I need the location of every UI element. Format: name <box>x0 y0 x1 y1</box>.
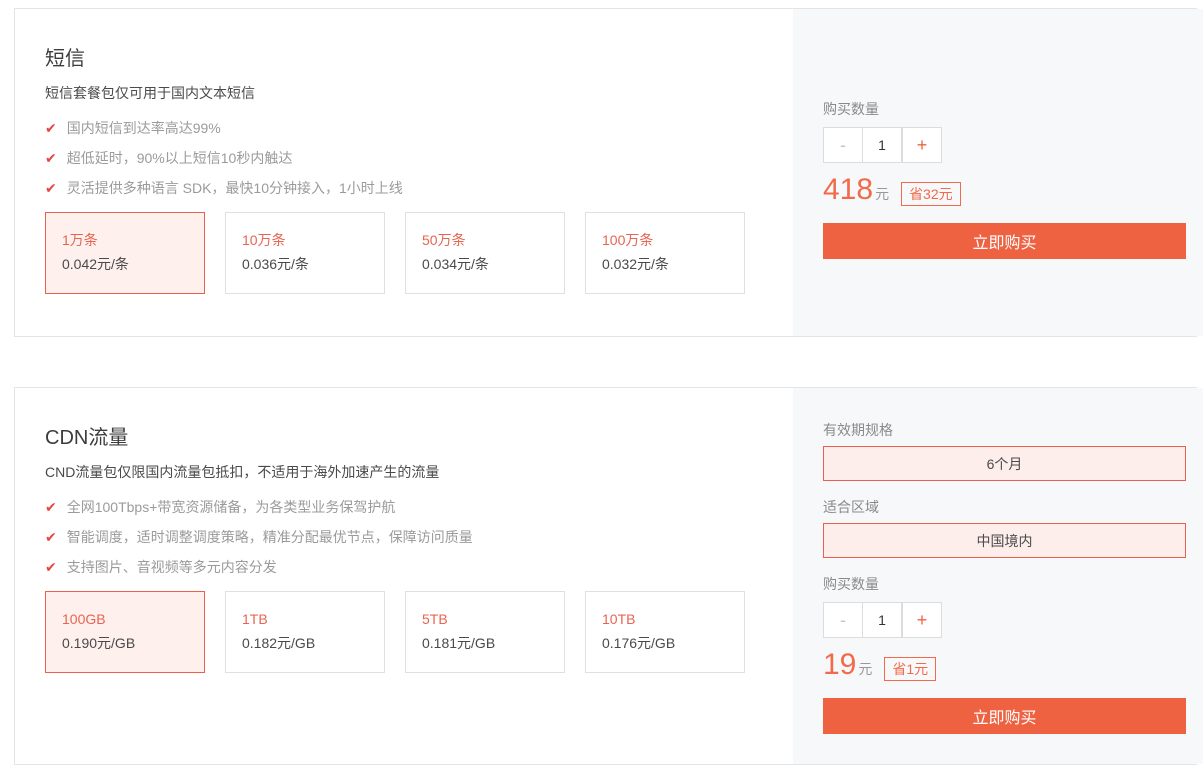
increase-quantity-button[interactable]: + <box>902 127 942 163</box>
price-row: 19 元 省1元 <box>823 648 1186 682</box>
feature-text: 国内短信到达率高达99% <box>67 113 221 143</box>
package-option-10k[interactable]: 1万条 0.042元/条 <box>45 212 205 294</box>
validity-label: 有效期规格 <box>823 420 1186 440</box>
cdn-card-content: CDN流量 CND流量包仅限国内流量包抵扣，不适用于海外加速产生的流量 ✔ 全网… <box>15 388 793 764</box>
check-icon: ✔ <box>45 492 57 522</box>
cdn-product-card: CDN流量 CND流量包仅限国内流量包抵扣，不适用于海外加速产生的流量 ✔ 全网… <box>14 387 1197 765</box>
total-price: 19 <box>823 648 856 682</box>
package-unit-price: 0.036元/条 <box>242 253 368 275</box>
cdn-feature-list: ✔ 全网100Tbps+带宽资源储备，为各类型业务保驾护航 ✔ 智能调度，适时调… <box>45 492 765 582</box>
cdn-purchase-panel: 有效期规格 6个月 适合区域 中国境内 购买数量 - + 19 元 省1元 立即… <box>793 388 1203 764</box>
cdn-card-subtitle: CND流量包仅限国内流量包抵扣，不适用于海外加速产生的流量 <box>45 462 765 482</box>
package-option-10tb[interactable]: 10TB 0.176元/GB <box>585 591 745 673</box>
check-icon: ✔ <box>45 522 57 552</box>
total-price: 418 <box>823 173 873 207</box>
package-name: 10万条 <box>242 230 368 250</box>
feature-item: ✔ 灵活提供多种语言 SDK，最快10分钟接入，1小时上线 <box>45 173 765 203</box>
buy-now-button[interactable]: 立即购买 <box>823 698 1186 734</box>
quantity-label: 购买数量 <box>823 99 1186 119</box>
sms-purchase-panel: 购买数量 - + 418 元 省32元 立即购买 <box>793 9 1203 336</box>
region-label: 适合区域 <box>823 497 1186 517</box>
cdn-card-title: CDN流量 <box>45 424 765 452</box>
package-unit-price: 0.176元/GB <box>602 632 728 654</box>
check-icon: ✔ <box>45 173 57 203</box>
package-unit-price: 0.181元/GB <box>422 632 548 654</box>
region-option-selected[interactable]: 中国境内 <box>823 523 1186 558</box>
package-name: 100万条 <box>602 230 728 250</box>
package-option-100k[interactable]: 10万条 0.036元/条 <box>225 212 385 294</box>
package-name: 100GB <box>62 609 188 629</box>
quantity-stepper: - + <box>823 602 1186 638</box>
quantity-input[interactable] <box>862 602 902 638</box>
package-name: 5TB <box>422 609 548 629</box>
package-option-5tb[interactable]: 5TB 0.181元/GB <box>405 591 565 673</box>
quantity-input[interactable] <box>862 127 902 163</box>
discount-badge: 省32元 <box>901 182 961 206</box>
feature-item: ✔ 全网100Tbps+带宽资源储备，为各类型业务保驾护航 <box>45 492 765 522</box>
quantity-stepper: - + <box>823 127 1186 163</box>
check-icon: ✔ <box>45 143 57 173</box>
price-unit: 元 <box>875 184 889 204</box>
feature-text: 超低延时，90%以上短信10秒内触达 <box>67 143 293 173</box>
quantity-label: 购买数量 <box>823 574 1186 594</box>
package-name: 1TB <box>242 609 368 629</box>
package-name: 50万条 <box>422 230 548 250</box>
feature-item: ✔ 支持图片、音视频等多元内容分发 <box>45 552 765 582</box>
sms-card-subtitle: 短信套餐包仅可用于国内文本短信 <box>45 83 765 103</box>
feature-item: ✔ 国内短信到达率高达99% <box>45 113 765 143</box>
feature-item: ✔ 智能调度，适时调整调度策略，精准分配最优节点，保障访问质量 <box>45 522 765 552</box>
package-unit-price: 0.032元/条 <box>602 253 728 275</box>
pricing-page: 短信 短信套餐包仅可用于国内文本短信 ✔ 国内短信到达率高达99% ✔ 超低延时… <box>0 0 1203 773</box>
package-option-1tb[interactable]: 1TB 0.182元/GB <box>225 591 385 673</box>
feature-text: 灵活提供多种语言 SDK，最快10分钟接入，1小时上线 <box>67 173 403 203</box>
feature-text: 支持图片、音视频等多元内容分发 <box>67 552 277 582</box>
decrease-quantity-button[interactable]: - <box>823 602 863 638</box>
discount-badge: 省1元 <box>884 657 936 681</box>
package-unit-price: 0.034元/条 <box>422 253 548 275</box>
check-icon: ✔ <box>45 113 57 143</box>
feature-text: 全网100Tbps+带宽资源储备，为各类型业务保驾护航 <box>67 492 396 522</box>
package-name: 1万条 <box>62 230 188 250</box>
sms-product-card: 短信 短信套餐包仅可用于国内文本短信 ✔ 国内短信到达率高达99% ✔ 超低延时… <box>14 8 1197 337</box>
package-unit-price: 0.182元/GB <box>242 632 368 654</box>
package-option-1m[interactable]: 100万条 0.032元/条 <box>585 212 745 294</box>
buy-now-button[interactable]: 立即购买 <box>823 223 1186 259</box>
price-unit: 元 <box>858 659 872 679</box>
sms-package-options: 1万条 0.042元/条 10万条 0.036元/条 50万条 0.034元/条… <box>45 212 765 294</box>
increase-quantity-button[interactable]: + <box>902 602 942 638</box>
package-option-500k[interactable]: 50万条 0.034元/条 <box>405 212 565 294</box>
package-unit-price: 0.042元/条 <box>62 253 188 275</box>
package-unit-price: 0.190元/GB <box>62 632 188 654</box>
sms-feature-list: ✔ 国内短信到达率高达99% ✔ 超低延时，90%以上短信10秒内触达 ✔ 灵活… <box>45 113 765 203</box>
sms-card-title: 短信 <box>45 45 765 73</box>
cdn-package-options: 100GB 0.190元/GB 1TB 0.182元/GB 5TB 0.181元… <box>45 591 765 673</box>
decrease-quantity-button[interactable]: - <box>823 127 863 163</box>
sms-card-content: 短信 短信套餐包仅可用于国内文本短信 ✔ 国内短信到达率高达99% ✔ 超低延时… <box>15 9 793 336</box>
feature-item: ✔ 超低延时，90%以上短信10秒内触达 <box>45 143 765 173</box>
validity-option-selected[interactable]: 6个月 <box>823 446 1186 481</box>
package-name: 10TB <box>602 609 728 629</box>
check-icon: ✔ <box>45 552 57 582</box>
price-row: 418 元 省32元 <box>823 173 1186 207</box>
package-option-100gb[interactable]: 100GB 0.190元/GB <box>45 591 205 673</box>
feature-text: 智能调度，适时调整调度策略，精准分配最优节点，保障访问质量 <box>67 522 473 552</box>
